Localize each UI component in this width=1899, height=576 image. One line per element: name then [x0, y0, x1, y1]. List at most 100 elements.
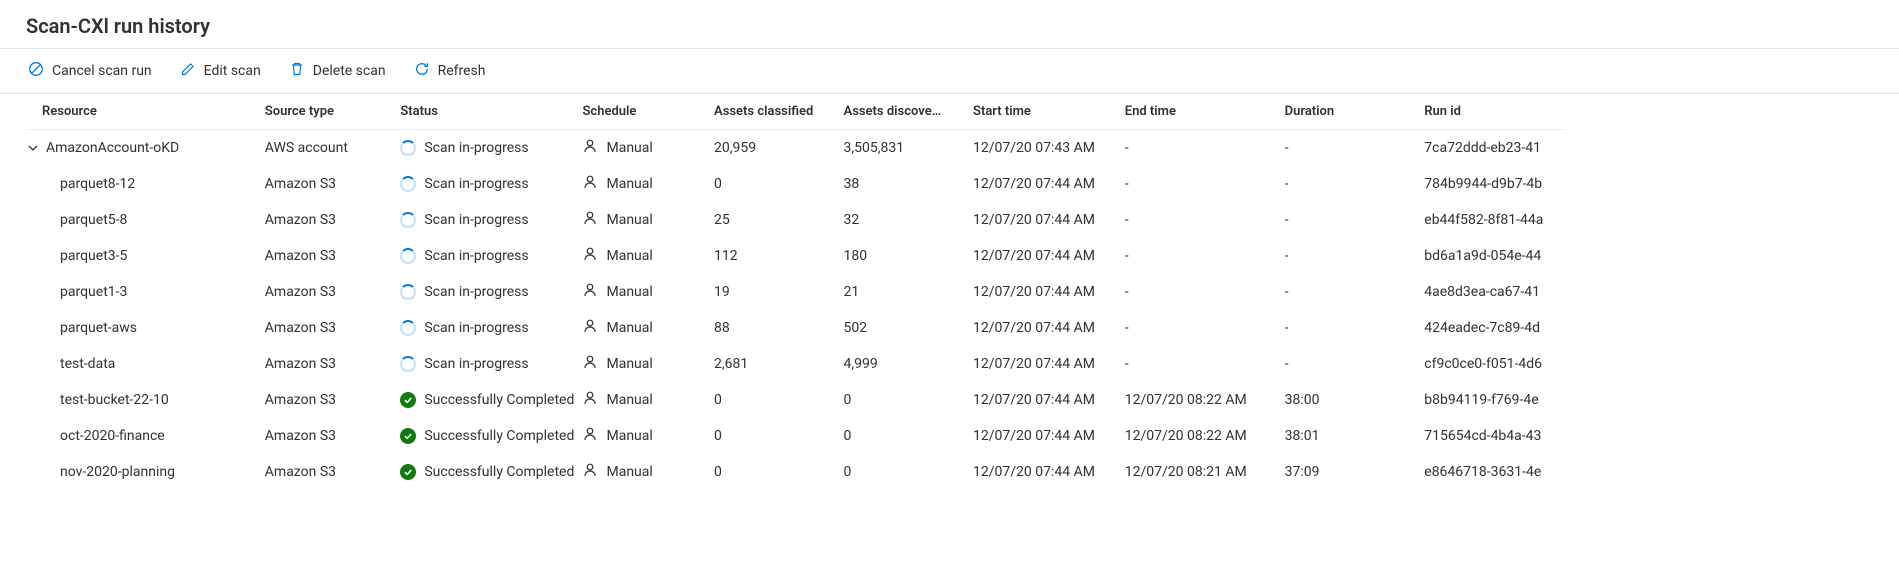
person-icon	[582, 246, 598, 266]
status-text: Successfully Completed	[424, 392, 574, 408]
col-duration[interactable]: Duration	[1285, 94, 1425, 130]
assets-classified: 0	[714, 418, 844, 454]
assets-classified: 2,681	[714, 346, 844, 382]
col-assets-classified[interactable]: Assets classified	[714, 94, 844, 130]
status-text: Scan in-progress	[424, 176, 528, 192]
end-time: 12/07/20 08:22 AM	[1125, 382, 1285, 418]
schedule-text: Manual	[606, 248, 652, 264]
duration: 38:01	[1285, 418, 1425, 454]
success-check-icon	[400, 428, 416, 444]
duration: -	[1285, 310, 1425, 346]
table-row[interactable]: parquet8-12Amazon S3Scan in-progressManu…	[26, 166, 1566, 202]
source-type: Amazon S3	[265, 418, 401, 454]
duration: -	[1285, 202, 1425, 238]
status-text: Scan in-progress	[424, 140, 528, 156]
schedule-text: Manual	[606, 428, 652, 444]
start-time: 12/07/20 07:44 AM	[973, 274, 1125, 310]
toolbar: Cancel scan run Edit scan Delete scan Re…	[0, 49, 1899, 93]
refresh-button[interactable]: Refresh	[412, 57, 488, 85]
assets-discovered: 38	[844, 166, 974, 202]
start-time: 12/07/20 07:44 AM	[973, 454, 1125, 490]
col-source-type[interactable]: Source type	[265, 94, 401, 130]
resource-name: parquet1-3	[40, 284, 127, 300]
run-id: cf9c0ce0-f051-4d6	[1424, 346, 1566, 382]
delete-icon	[289, 61, 305, 81]
table-row[interactable]: parquet-awsAmazon S3Scan in-progressManu…	[26, 310, 1566, 346]
source-type: Amazon S3	[265, 274, 401, 310]
col-assets-discovered[interactable]: Assets discove…	[844, 94, 974, 130]
spinner-icon	[400, 176, 416, 192]
table-row[interactable]: parquet3-5Amazon S3Scan in-progressManua…	[26, 238, 1566, 274]
col-schedule[interactable]: Schedule	[582, 94, 714, 130]
duration: -	[1285, 274, 1425, 310]
cancel-icon	[28, 61, 44, 81]
assets-discovered: 0	[844, 418, 974, 454]
run-id: bd6a1a9d-054e-44	[1424, 238, 1566, 274]
refresh-label: Refresh	[438, 63, 486, 79]
col-status[interactable]: Status	[400, 94, 582, 130]
table-row[interactable]: nov-2020-planningAmazon S3Successfully C…	[26, 454, 1566, 490]
end-time: 12/07/20 08:22 AM	[1125, 418, 1285, 454]
col-end-time[interactable]: End time	[1125, 94, 1285, 130]
cancel-scan-label: Cancel scan run	[52, 63, 152, 79]
schedule-text: Manual	[606, 392, 652, 408]
col-resource[interactable]: Resource	[26, 94, 265, 130]
source-type: Amazon S3	[265, 346, 401, 382]
resource-name: parquet5-8	[40, 212, 127, 228]
start-time: 12/07/20 07:44 AM	[973, 166, 1125, 202]
status-text: Scan in-progress	[424, 248, 528, 264]
table-row[interactable]: parquet1-3Amazon S3Scan in-progressManua…	[26, 274, 1566, 310]
edit-scan-label: Edit scan	[204, 63, 261, 79]
end-time: 12/07/20 08:21 AM	[1125, 454, 1285, 490]
schedule-text: Manual	[606, 212, 652, 228]
source-type: Amazon S3	[265, 310, 401, 346]
run-id: 4ae8d3ea-ca67-41	[1424, 274, 1566, 310]
schedule-text: Manual	[606, 176, 652, 192]
end-time: -	[1125, 346, 1285, 382]
resource-name: test-data	[40, 356, 115, 372]
start-time: 12/07/20 07:44 AM	[973, 346, 1125, 382]
run-id: 424eadec-7c89-4d	[1424, 310, 1566, 346]
run-id: b8b94119-f769-4e	[1424, 382, 1566, 418]
table-row[interactable]: test-dataAmazon S3Scan in-progressManual…	[26, 346, 1566, 382]
end-time: -	[1125, 202, 1285, 238]
table-row[interactable]: AmazonAccount-oKDAWS accountScan in-prog…	[26, 130, 1566, 167]
start-time: 12/07/20 07:43 AM	[973, 130, 1125, 167]
edit-scan-button[interactable]: Edit scan	[178, 57, 263, 85]
run-id: eb44f582-8f81-44a	[1424, 202, 1566, 238]
edit-icon	[180, 61, 196, 81]
start-time: 12/07/20 07:44 AM	[973, 238, 1125, 274]
col-run-id[interactable]: Run id	[1424, 94, 1566, 130]
status-text: Successfully Completed	[424, 464, 574, 480]
end-time: -	[1125, 310, 1285, 346]
delete-scan-button[interactable]: Delete scan	[287, 57, 388, 85]
spinner-icon	[400, 248, 416, 264]
resource-name: parquet3-5	[40, 248, 127, 264]
chevron-down-icon[interactable]	[26, 142, 40, 154]
page-title: Scan-CXl run history	[0, 0, 1899, 48]
table-row[interactable]: parquet5-8Amazon S3Scan in-progressManua…	[26, 202, 1566, 238]
status-text: Scan in-progress	[424, 212, 528, 228]
person-icon	[582, 318, 598, 338]
status-text: Successfully Completed	[424, 428, 574, 444]
spinner-icon	[400, 212, 416, 228]
schedule-text: Manual	[606, 356, 652, 372]
table-row[interactable]: test-bucket-22-10Amazon S3Successfully C…	[26, 382, 1566, 418]
assets-classified: 20,959	[714, 130, 844, 167]
person-icon	[582, 174, 598, 194]
assets-classified: 0	[714, 454, 844, 490]
assets-classified: 25	[714, 202, 844, 238]
start-time: 12/07/20 07:44 AM	[973, 418, 1125, 454]
end-time: -	[1125, 274, 1285, 310]
col-start-time[interactable]: Start time	[973, 94, 1125, 130]
run-id: 715654cd-4b4a-43	[1424, 418, 1566, 454]
cancel-scan-button[interactable]: Cancel scan run	[26, 57, 154, 85]
person-icon	[582, 354, 598, 374]
table-row[interactable]: oct-2020-financeAmazon S3Successfully Co…	[26, 418, 1566, 454]
duration: -	[1285, 130, 1425, 167]
assets-discovered: 180	[844, 238, 974, 274]
start-time: 12/07/20 07:44 AM	[973, 202, 1125, 238]
run-history-table: Resource Source type Status Schedule Ass…	[26, 94, 1566, 490]
duration: -	[1285, 238, 1425, 274]
duration: 38:00	[1285, 382, 1425, 418]
